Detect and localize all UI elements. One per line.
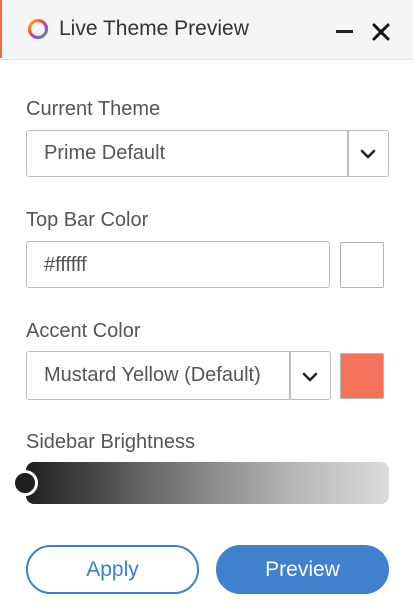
select-divider xyxy=(347,131,349,176)
accent-color-value: Mustard Yellow (Default) xyxy=(44,364,261,386)
accent-strip xyxy=(0,0,2,58)
chevron-down-icon xyxy=(302,372,318,382)
chevron-down-icon xyxy=(360,149,376,159)
minimize-icon xyxy=(336,30,353,33)
sidebar-brightness-slider[interactable] xyxy=(26,462,389,504)
close-button[interactable] xyxy=(368,19,394,45)
minimize-button[interactable] xyxy=(331,18,357,44)
top-bar-color-value: #ffffff xyxy=(44,254,87,276)
title-bar: Live Theme Preview xyxy=(0,0,413,60)
slider-thumb[interactable] xyxy=(12,470,38,496)
window-title: Live Theme Preview xyxy=(59,17,249,40)
select-divider xyxy=(289,352,291,399)
theme-preview-window: Live Theme Preview Current Theme Prime D… xyxy=(0,0,413,615)
color-ring-icon xyxy=(27,18,49,40)
current-theme-value: Prime Default xyxy=(44,142,166,164)
preview-button[interactable]: Preview xyxy=(216,545,389,594)
accent-color-label: Accent Color xyxy=(26,320,141,342)
sidebar-brightness-label: Sidebar Brightness xyxy=(26,431,195,453)
current-theme-label: Current Theme xyxy=(26,98,161,120)
accent-color-swatch[interactable] xyxy=(340,353,384,399)
current-theme-select[interactable]: Prime Default xyxy=(26,130,389,177)
apply-button[interactable]: Apply xyxy=(26,545,199,594)
top-bar-color-input[interactable]: #ffffff xyxy=(26,241,330,288)
top-bar-color-label: Top Bar Color xyxy=(26,209,149,231)
close-icon xyxy=(372,23,390,41)
accent-color-select[interactable]: Mustard Yellow (Default) xyxy=(26,351,331,400)
top-bar-color-swatch[interactable] xyxy=(340,242,384,288)
